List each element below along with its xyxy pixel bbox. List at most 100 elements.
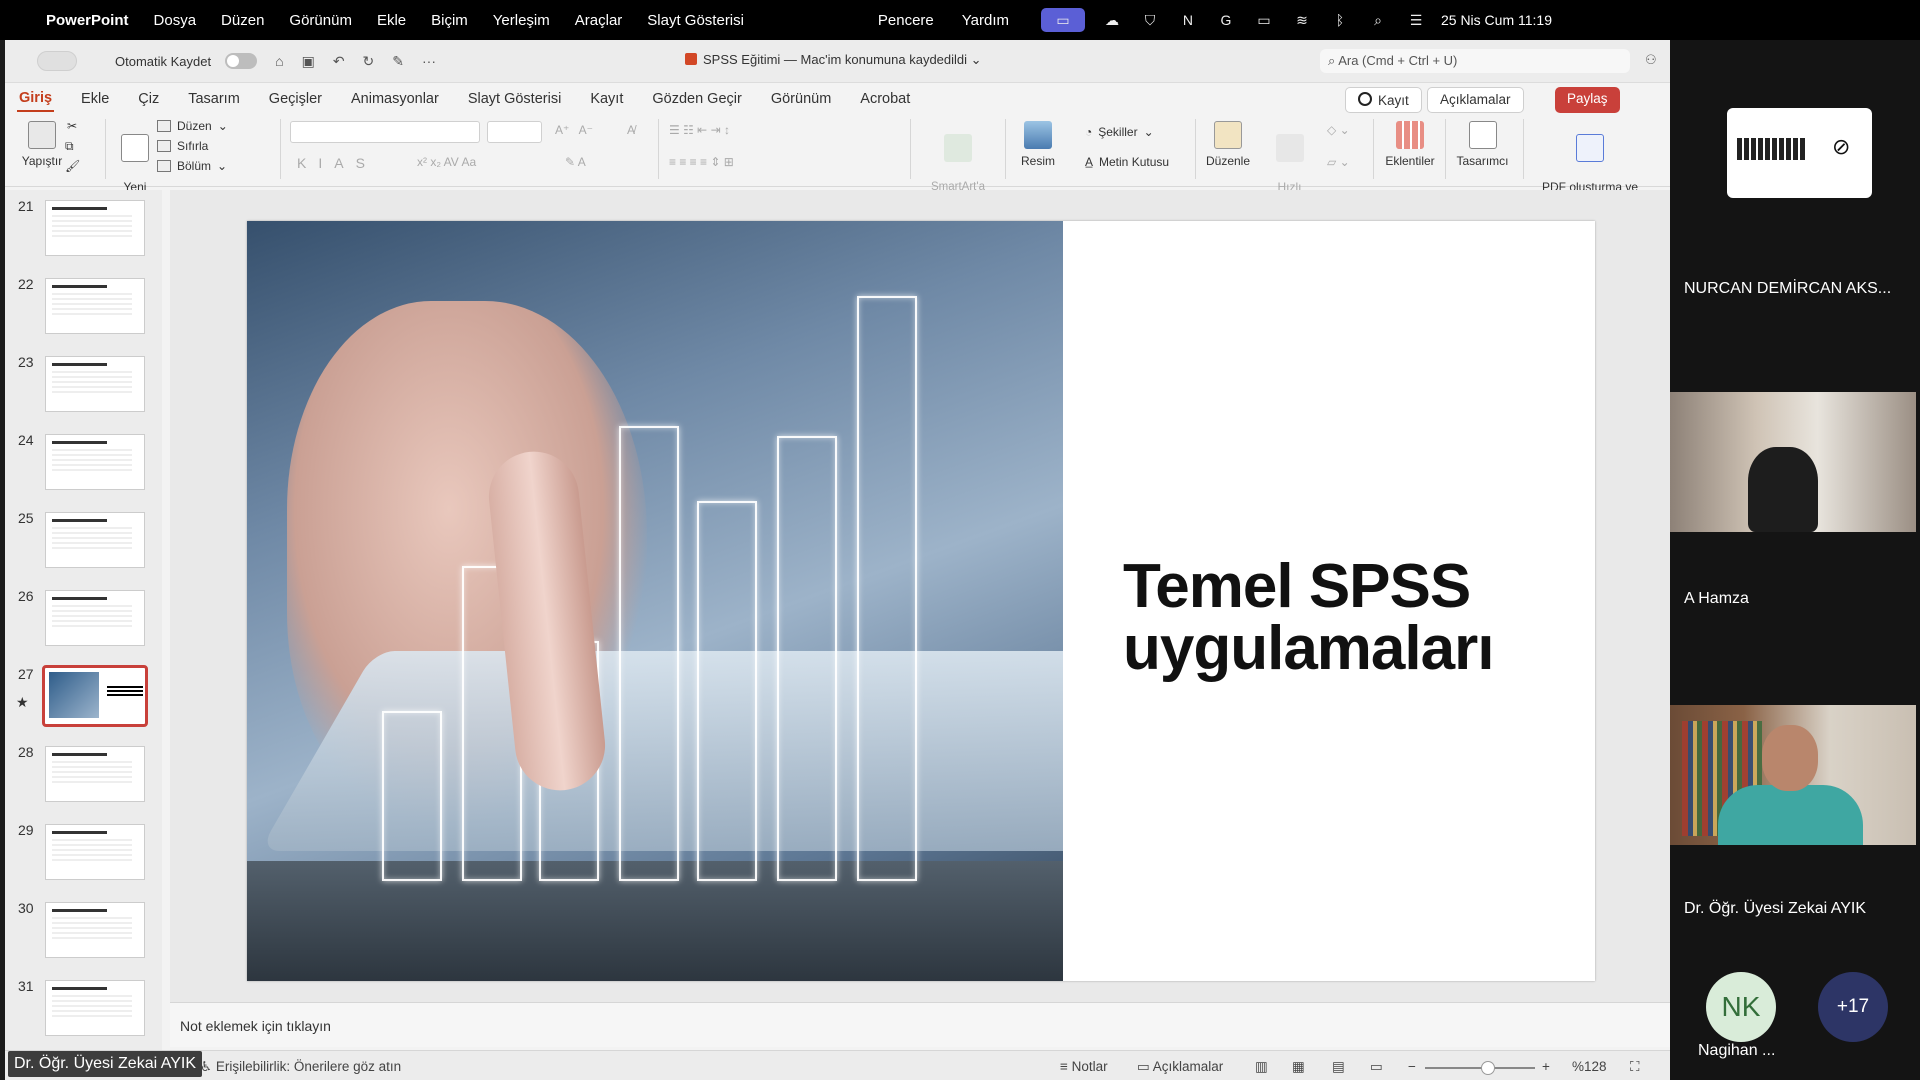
section-button[interactable]: Bölüm ⌄ — [157, 159, 227, 173]
fill-icon[interactable]: ◇ ⌄ — [1327, 123, 1350, 137]
tab-ekle[interactable]: Ekle — [79, 87, 111, 111]
grow-font-icon[interactable]: A⁺ A⁻ — [555, 123, 593, 137]
sidebar-toggle-button[interactable] — [37, 51, 77, 71]
menu-pencere[interactable]: Pencere — [878, 12, 934, 29]
menu-app[interactable]: PowerPoint — [46, 12, 129, 29]
clear-format-icon[interactable]: A̸ — [627, 123, 635, 137]
menu-bicim[interactable]: Biçim — [431, 12, 468, 29]
cut-icon[interactable]: ✂ — [67, 119, 77, 133]
thumbnail-slide[interactable]: 23 — [13, 354, 163, 414]
slide-editor[interactable]: Temel SPSS uygulamaları — [170, 190, 1670, 1002]
sorter-view-icon[interactable]: ▦ — [1292, 1059, 1305, 1075]
record-button[interactable]: Kayıt — [1345, 87, 1422, 113]
designer-button[interactable]: Tasarımcı — [1450, 121, 1515, 168]
tab-acrobat[interactable]: Acrobat — [858, 87, 912, 111]
reset-button[interactable]: Sıfırla — [157, 139, 208, 153]
list-icons[interactable]: ☰ ☷ ⇤ ⇥ ↕ — [669, 123, 730, 137]
menu-duzen[interactable]: Düzen — [221, 12, 264, 29]
reading-view-icon[interactable]: ▤ — [1332, 1059, 1345, 1075]
text-format-icons[interactable]: x² x₂ AV Aa — [417, 155, 476, 169]
slide-title[interactable]: Temel SPSS uygulamaları — [1123, 556, 1553, 680]
more-participants-button[interactable]: +17 — [1818, 972, 1888, 1042]
font-family-select[interactable] — [290, 121, 480, 143]
more-icon[interactable]: ··· — [422, 53, 436, 69]
undo-icon[interactable]: ↶ — [333, 53, 345, 70]
fit-window-icon[interactable]: ⛶ — [1630, 1059, 1639, 1075]
thumbnail-slide[interactable]: 31 — [13, 978, 163, 1038]
search-input[interactable]: ⌕ Ara (Cmd + Ctrl + U) — [1320, 49, 1630, 73]
share-button[interactable]: Paylaş — [1555, 87, 1620, 113]
addins-button[interactable]: Eklentiler — [1380, 121, 1440, 168]
tab-gorunum[interactable]: Görünüm — [769, 87, 833, 111]
grammarly-icon[interactable]: G — [1215, 11, 1237, 29]
textbox-button[interactable]: A̲ Metin Kutusu — [1085, 155, 1169, 169]
cloud-icon[interactable]: ☁ — [1101, 11, 1123, 29]
font-size-select[interactable] — [487, 121, 542, 143]
tab-gozden-gecir[interactable]: Gözden Geçir — [650, 87, 743, 111]
slide-photo[interactable] — [247, 221, 1063, 981]
tab-tasarim[interactable]: Tasarım — [186, 87, 242, 111]
home-icon[interactable]: ⌂ — [275, 53, 283, 69]
zoom-slider[interactable] — [1425, 1067, 1535, 1069]
paste-button[interactable]: Yapıştır — [17, 121, 67, 168]
customize-icon[interactable]: ✎ — [392, 53, 404, 70]
tab-animasyonlar[interactable]: Animasyonlar — [349, 87, 441, 111]
normal-view-icon[interactable]: ▥ — [1255, 1059, 1268, 1075]
tab-gecisler[interactable]: Geçişler — [267, 87, 324, 111]
zoom-in-icon[interactable]: + — [1542, 1059, 1550, 1074]
participant-tile[interactable]: ⊘ NURCAN DEMİRCAN AKS... — [1672, 40, 1918, 330]
spotlight-icon[interactable]: ⌕ — [1367, 11, 1389, 29]
menu-araclar[interactable]: Araçlar — [575, 12, 623, 29]
copy-icon[interactable]: ⧉ — [65, 139, 74, 154]
save-icon[interactable]: ▣ — [302, 53, 315, 70]
thumbnail-slide[interactable]: 24 — [13, 432, 163, 492]
picture-button[interactable]: Resim — [1013, 121, 1063, 168]
tab-slayt-gosterisi[interactable]: Slayt Gösterisi — [466, 87, 563, 111]
notes-toggle[interactable]: ≡ Notlar — [1060, 1059, 1108, 1074]
thumbnail-slide[interactable]: 28 — [13, 744, 163, 804]
menu-yardim[interactable]: Yardım — [962, 12, 1009, 29]
thumbnail-slide-selected[interactable]: 27 ★ — [13, 665, 163, 727]
zoom-slider-handle[interactable] — [1481, 1061, 1495, 1075]
document-title[interactable]: SPSS Eğitimi — Mac'im konumuna kaydedild… — [685, 52, 982, 68]
arrange-button[interactable]: Düzenle — [1203, 121, 1253, 168]
thumbnail-slide[interactable]: 26 — [13, 588, 163, 648]
current-slide[interactable]: Temel SPSS uygulamaları — [247, 221, 1595, 981]
slide-thumbnails-pane[interactable]: 21 22 23 24 25 26 27 ★ 28 29 30 31 — [5, 190, 162, 1050]
comments-toggle[interactable]: ▭ Açıklamalar — [1137, 1059, 1223, 1075]
menu-dosya[interactable]: Dosya — [154, 12, 197, 29]
tab-ciz[interactable]: Çiz — [136, 87, 161, 111]
battery-icon[interactable]: ▭ — [1253, 11, 1275, 29]
align-icons[interactable]: ≡ ≡ ≡ ≡ ⇕ ⊞ — [669, 155, 734, 169]
thumbnail-slide[interactable]: 21 — [13, 198, 163, 258]
wifi-icon[interactable]: ≋ — [1291, 11, 1313, 29]
thumbnail-slide[interactable]: 30 — [13, 900, 163, 960]
tab-giris[interactable]: Giriş — [17, 86, 55, 112]
outline-icon[interactable]: ▱ ⌄ — [1327, 155, 1350, 169]
thumbnail-slide[interactable]: 29 — [13, 822, 163, 882]
notes-pane[interactable]: Not eklemek için tıklayın — [170, 1002, 1670, 1047]
zoom-out-icon[interactable]: − — [1408, 1059, 1416, 1074]
menu-yerlesim[interactable]: Yerleşim — [493, 12, 550, 29]
redo-icon[interactable]: ↻ — [363, 53, 375, 70]
zoom-level[interactable]: %128 — [1572, 1059, 1607, 1074]
shapes-button[interactable]: ◔ Şekiller ⌄ — [1085, 125, 1154, 139]
bluetooth-icon[interactable]: ᛒ — [1329, 11, 1351, 29]
highlight-color-icons[interactable]: ✎ A — [565, 155, 586, 169]
notion-icon[interactable]: N — [1177, 11, 1199, 29]
autosave-toggle[interactable] — [225, 53, 258, 69]
thumbnail-slide[interactable]: 25 — [13, 510, 163, 570]
menu-ekle[interactable]: Ekle — [377, 12, 406, 29]
layout-button[interactable]: Düzen ⌄ — [157, 119, 228, 133]
comments-button[interactable]: Açıklamalar — [1427, 87, 1524, 113]
menu-slayt-gosterisi[interactable]: Slayt Gösterisi — [647, 12, 744, 29]
control-center-icon[interactable]: ☰ — [1405, 11, 1427, 29]
app-status-icon[interactable]: ⛉ — [1139, 11, 1161, 29]
participant-initials-avatar[interactable]: NK — [1706, 972, 1776, 1042]
share-people-icon[interactable]: ⚇ — [1645, 52, 1657, 68]
thumbnail-slide[interactable]: 22 — [13, 276, 163, 336]
screen-share-icon[interactable]: ▭ — [1040, 8, 1085, 32]
menu-clock[interactable]: 25 Nis Cum 11:19 — [1441, 12, 1552, 28]
format-painter-icon[interactable]: 🖌 — [65, 159, 80, 173]
accessibility-status[interactable]: ♿ Erişilebilirlik: Önerilere göz atın — [200, 1059, 401, 1075]
